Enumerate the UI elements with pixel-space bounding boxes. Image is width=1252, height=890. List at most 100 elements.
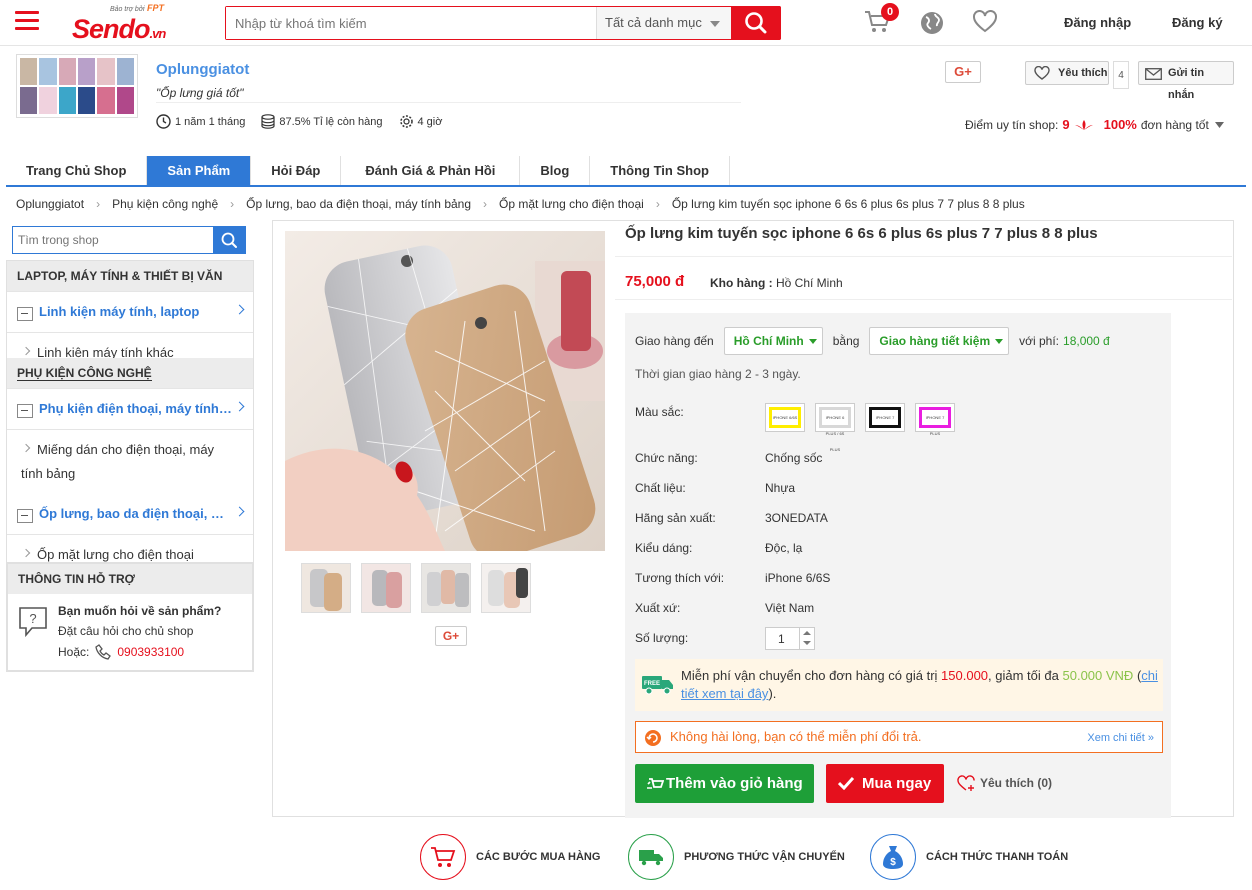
fpt-logo-text: FPT: [147, 3, 164, 13]
support-question: Bạn muốn hỏi về sản phẩm?: [58, 604, 222, 618]
like-product-button[interactable]: Yêu thích (0): [957, 775, 1052, 791]
color-swatch[interactable]: IPHONE 7 PLUS: [915, 403, 955, 436]
shop-slogan: "Ốp lưng giá tốt": [156, 86, 244, 100]
category-item[interactable]: Linh kiện máy tính, laptop: [7, 291, 253, 332]
send-message-button[interactable]: Gửi tin nhắn: [1138, 61, 1234, 101]
attribute-value: 3ONEDATA: [765, 511, 828, 525]
product-thumbnail[interactable]: [301, 563, 351, 613]
buying-steps-link[interactable]: CÁC BƯỚC MUA HÀNG: [420, 834, 600, 880]
ask-shop-link[interactable]: Đặt câu hỏi cho chủ shop: [58, 624, 193, 638]
menu-icon[interactable]: [15, 11, 39, 33]
attribute-value: iPhone 6/6S: [765, 571, 831, 585]
tab-blog[interactable]: Blog: [520, 156, 591, 185]
login-link[interactable]: Đăng nhập: [1064, 15, 1131, 30]
ship-method-dropdown[interactable]: Giao hàng tiết kiệm: [869, 327, 1010, 355]
register-link[interactable]: Đăng ký: [1172, 15, 1223, 30]
add-to-cart-button[interactable]: Thêm vào giỏ hàng: [635, 764, 814, 803]
buy-now-label: Mua ngay: [862, 775, 932, 792]
shipping-methods-link[interactable]: PHƯƠNG THỨC VẬN CHUYỂN: [628, 834, 845, 880]
money-bag-icon: $: [870, 834, 916, 880]
good-orders-label[interactable]: đơn hàng tốt: [1141, 118, 1209, 132]
phone-icon: [95, 644, 112, 660]
product-price: 75,000 đ: [625, 273, 685, 290]
category-item[interactable]: Ốp lưng, bao da điện thoại, máy tính bản…: [7, 494, 253, 534]
response-time: 4 giờ: [417, 115, 443, 128]
breadcrumb-current: Ốp lưng kim tuyến sọc iphone 6 6s 6 plus…: [671, 197, 1025, 211]
color-swatch[interactable]: IPHONE 6/6S: [765, 403, 805, 432]
category-item[interactable]: Miếng dán cho điện thoại, máy tính bảng: [7, 429, 253, 494]
quantity-value[interactable]: 1: [778, 632, 785, 646]
tab-products[interactable]: Sản Phẩm: [147, 156, 252, 185]
add-to-cart-label: Thêm vào giỏ hàng: [666, 775, 803, 792]
stock-rate: 87.5% Tỉ lệ còn hàng: [279, 115, 383, 128]
shop-search-button[interactable]: [213, 227, 245, 253]
product-panel: G+ Ốp lưng kim tuyến sọc iphone 6 6s 6 p…: [272, 220, 1234, 818]
product-options: Giao hàng đến Hồ Chí Minh bằng Giao hàng…: [625, 313, 1171, 818]
attribute-value: Độc, lạ: [765, 541, 803, 555]
shop-age: 1 năm 1 tháng: [175, 115, 246, 128]
product-thumbnail[interactable]: [361, 563, 411, 613]
search-button[interactable]: [731, 6, 781, 40]
category-item[interactable]: Phụ kiện điện thoại, máy tính bảng: [7, 388, 253, 429]
lotus-icon: [1074, 119, 1093, 130]
free-return-notice: Không hài lòng, bạn có thể miễn phí đổi …: [635, 721, 1163, 753]
divider: [156, 102, 741, 103]
buy-now-button[interactable]: Mua ngay: [826, 764, 944, 803]
attribute-value: Nhựa: [765, 481, 796, 495]
divider: [615, 299, 1232, 300]
gplus-share-button[interactable]: G+: [435, 626, 467, 646]
cart-button[interactable]: 0: [864, 3, 899, 37]
sendo-logo[interactable]: Bảo trợ bởi FPT Sendo.vn: [72, 2, 202, 44]
payment-methods-link[interactable]: $ CÁCH THỨC THANH TOÁN: [870, 834, 1068, 880]
heart-icon[interactable]: [972, 10, 998, 37]
clock-icon: [156, 114, 171, 129]
quantity-stepper[interactable]: 1: [765, 627, 815, 650]
good-orders-percent: 100%: [1103, 117, 1137, 132]
support-box: Thông tin hỗ trợ ? Bạn muốn hỏi về sản p…: [6, 562, 254, 672]
ship-location-dropdown[interactable]: Hồ Chí Minh: [723, 327, 823, 355]
cart-plus-icon: [647, 778, 664, 789]
tab-shop-home[interactable]: Trang Chủ Shop: [6, 156, 148, 185]
globe-icon[interactable]: [919, 10, 945, 39]
category-select[interactable]: Tất cả danh mục: [596, 7, 732, 39]
support-phone-number[interactable]: 0903933100: [117, 645, 184, 659]
tab-shop-info[interactable]: Thông Tin Shop: [590, 156, 730, 185]
breadcrumb-item[interactable]: Ốp lưng, bao da điện thoại, máy tính bản…: [246, 197, 471, 211]
return-icon: [645, 730, 661, 746]
reputation-score: 9: [1062, 117, 1070, 132]
breadcrumb-item[interactable]: Phụ kiện công nghệ: [112, 197, 218, 211]
attribute-value: Chống sốc: [765, 451, 823, 465]
attribute-value: Việt Nam: [765, 601, 815, 615]
shop-reputation: Điểm uy tín shop: 9 100% đơn hàng tốt: [965, 117, 1224, 132]
tab-reviews[interactable]: Đánh Giá & Phản Hồi: [341, 156, 521, 185]
shop-stats: 1 năm 1 tháng 87.5% Tỉ lệ còn hàng 4 giờ: [156, 114, 458, 129]
tab-qa[interactable]: Hỏi Đáp: [251, 156, 342, 185]
search-input[interactable]: [226, 7, 596, 39]
gplus-share-button[interactable]: G+: [945, 61, 981, 83]
shop-logo[interactable]: [16, 54, 138, 118]
color-label: Màu sắc:: [635, 405, 684, 419]
return-detail-link[interactable]: Xem chi tiết »: [1087, 732, 1154, 744]
color-swatch[interactable]: IPHONE 7: [865, 403, 905, 432]
product-thumbnail[interactable]: [421, 563, 471, 613]
breadcrumb-item[interactable]: Oplunggiatot: [16, 197, 84, 211]
gear-icon: [399, 115, 413, 128]
color-swatch[interactable]: IPHONE 6 PLUS / 6S PLUS: [815, 403, 855, 452]
support-title: Thông tin hỗ trợ: [8, 564, 252, 594]
shop-info-bar: Oplunggiatot "Ốp lưng giá tốt" 1 năm 1 t…: [0, 46, 1252, 156]
shop-name[interactable]: Oplunggiatot: [156, 61, 249, 78]
attribute-label: Kiểu dáng:: [635, 541, 693, 555]
shop-search-input[interactable]: [13, 227, 211, 253]
follow-shop-button[interactable]: Yêu thích: [1025, 61, 1109, 85]
quantity-spinner[interactable]: [799, 628, 814, 649]
free-shipping-notice: FREE Miễn phí vận chuyển cho đơn hàng có…: [635, 659, 1163, 711]
shipping-row: Giao hàng đến Hồ Chí Minh bằng Giao hàng…: [635, 327, 1110, 355]
product-thumbnail[interactable]: [481, 563, 531, 613]
chevron-down-icon[interactable]: [1214, 121, 1224, 128]
category-group-accessories: Phụ kiện công nghệ Phụ kiện điện thoại, …: [6, 358, 254, 576]
breadcrumb: Oplunggiatot › Phụ kiện công nghệ › Ốp lưn…: [16, 197, 1025, 211]
breadcrumb-item[interactable]: Ốp mặt lưng cho điện thoại: [499, 197, 644, 211]
divider: [615, 256, 1232, 257]
product-main-image[interactable]: [285, 231, 605, 551]
shipping-time: Thời gian giao hàng 2 - 3 ngày.: [635, 367, 801, 381]
